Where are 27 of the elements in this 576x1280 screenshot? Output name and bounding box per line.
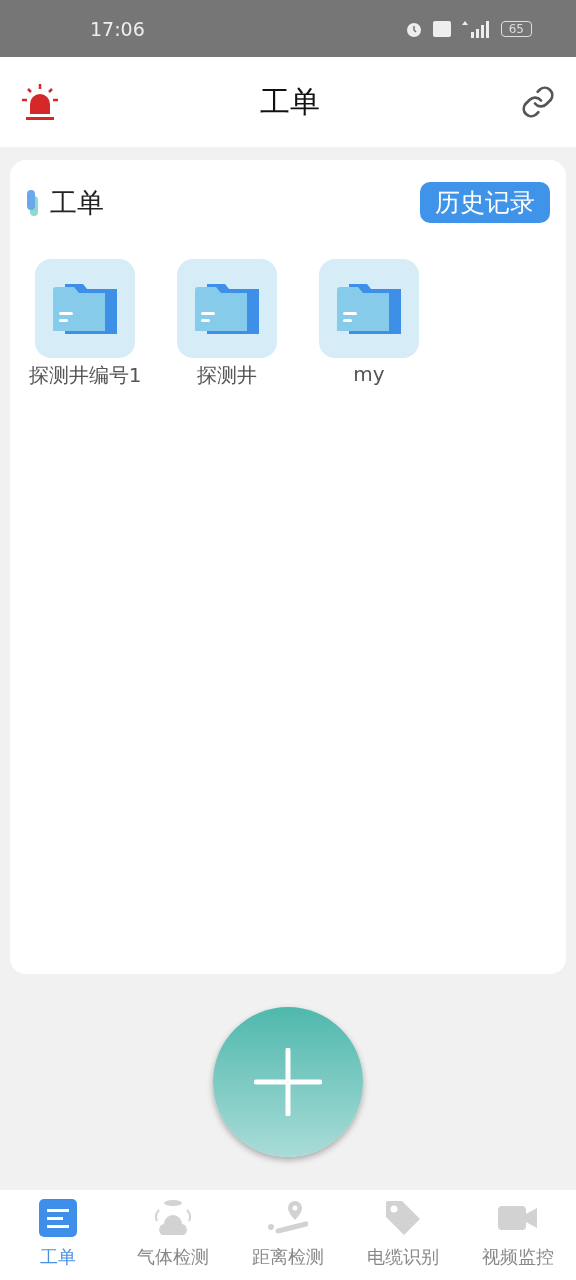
folder-icon [53, 283, 117, 334]
section-marker-icon [26, 189, 40, 216]
alarm-light-icon[interactable] [20, 82, 60, 122]
nav-tab[interactable]: 工单 [0, 1190, 116, 1280]
signal-icon [460, 19, 491, 38]
history-button[interactable]: 历史记录 [420, 182, 550, 223]
section-title: 工单 [50, 185, 104, 220]
folder-tile[interactable] [35, 259, 135, 358]
gas-sensor-icon [152, 1199, 193, 1237]
folder-label: my [353, 362, 385, 386]
tag-icon [384, 1199, 423, 1237]
status-time: 17:06 [90, 17, 146, 40]
nav-tab[interactable]: 距离检测 [230, 1190, 346, 1280]
nav-tab[interactable]: 电缆识别 [345, 1190, 461, 1280]
page-title: 工单 [260, 82, 320, 121]
list-icon [38, 1199, 77, 1237]
folder-label: 探测井 [197, 362, 257, 389]
folder-tile[interactable] [177, 259, 277, 358]
nav-tab[interactable]: 气体检测 [115, 1190, 231, 1280]
battery-indicator: 65 [500, 20, 532, 37]
plus-icon [254, 1048, 322, 1116]
link-icon[interactable] [520, 84, 556, 120]
folder-icon [337, 283, 401, 334]
nav-tab[interactable]: 视频监控 [460, 1190, 576, 1280]
folder-tile[interactable] [319, 259, 419, 358]
folder-icon [195, 283, 259, 334]
folder-label: 探测井编号1 [28, 362, 142, 389]
